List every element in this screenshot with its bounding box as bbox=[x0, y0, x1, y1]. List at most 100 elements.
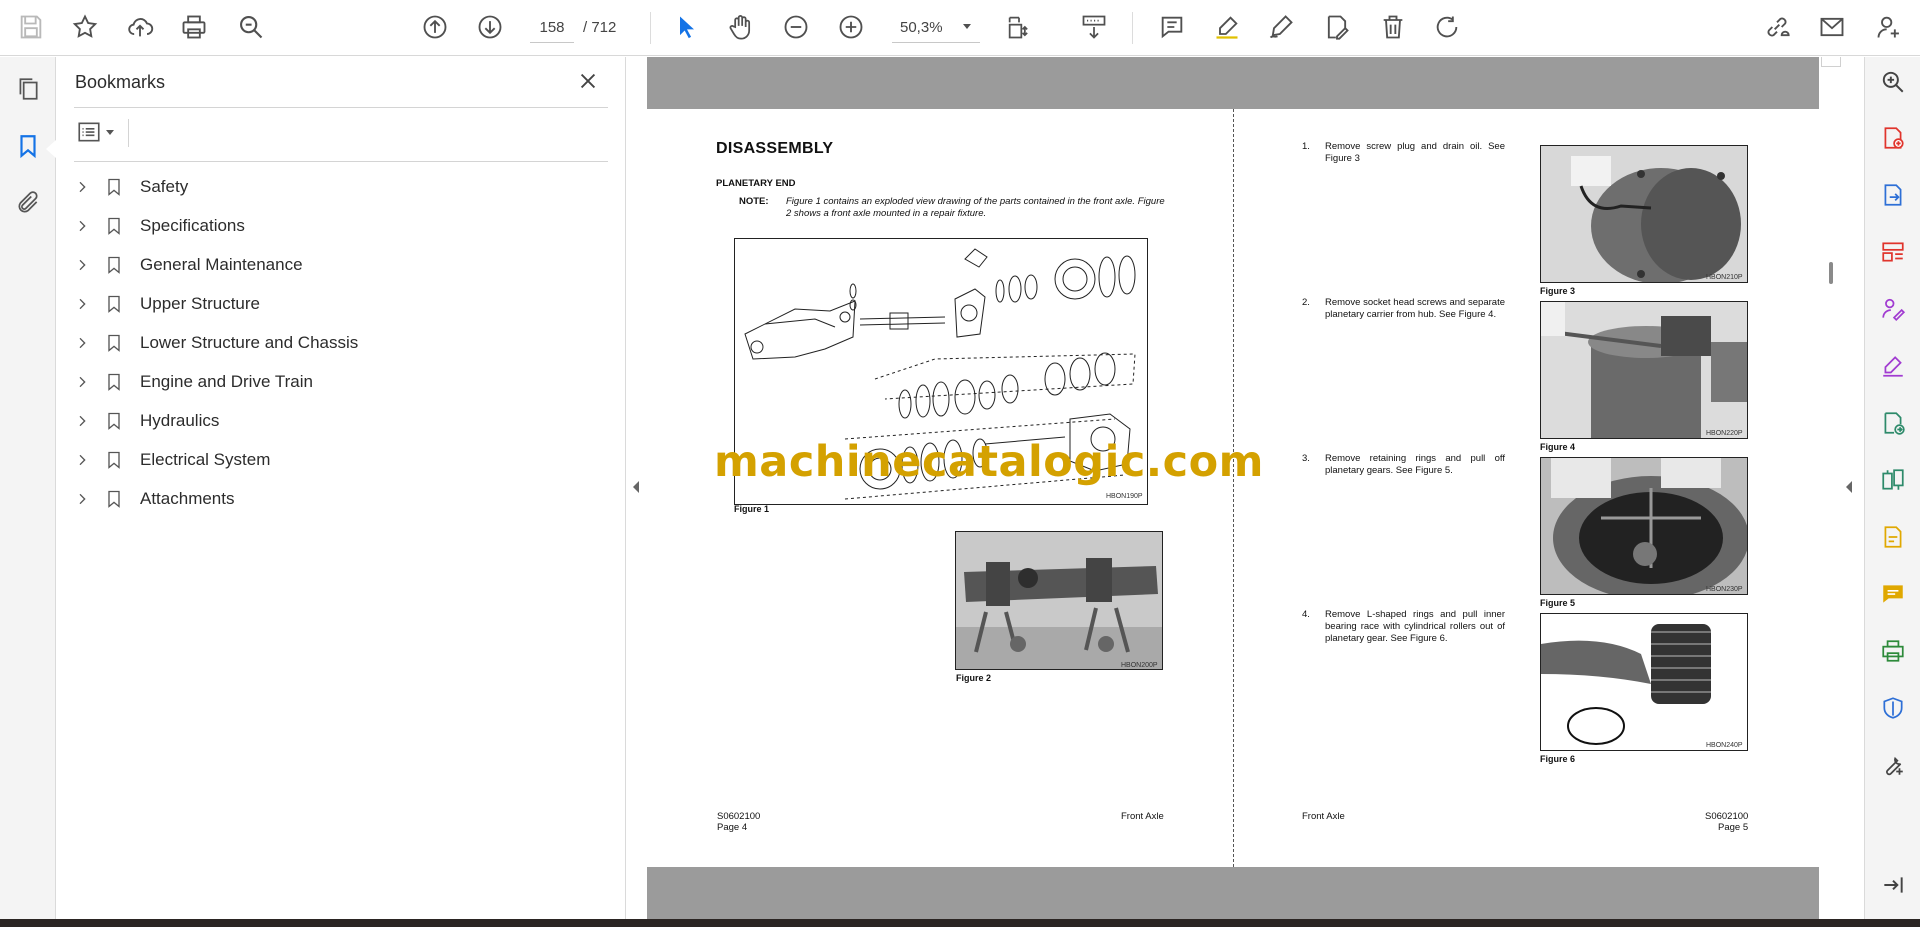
bookmark-label: General Maintenance bbox=[140, 254, 303, 274]
screw-plug-photo bbox=[1540, 145, 1748, 283]
footer-section: Front Axle bbox=[1302, 811, 1345, 822]
draw-icon[interactable] bbox=[1264, 10, 1298, 44]
chevron-right-icon[interactable] bbox=[70, 175, 94, 199]
bookmark-item-safety[interactable]: Safety bbox=[70, 167, 610, 206]
edit-text-icon[interactable] bbox=[1320, 10, 1354, 44]
watermark-text: machinecatalogic.com bbox=[714, 437, 1264, 487]
send-file-icon[interactable] bbox=[1878, 408, 1908, 438]
chevron-right-icon[interactable] bbox=[70, 331, 94, 355]
fit-page-icon[interactable] bbox=[1002, 10, 1036, 44]
add-user-icon[interactable] bbox=[1872, 10, 1906, 44]
bookmark-item-electrical-system[interactable]: Electrical System bbox=[70, 440, 610, 479]
footer-page-number: Page 5 bbox=[1718, 822, 1749, 833]
planetary-carrier-photo bbox=[1540, 301, 1748, 439]
next-page-icon[interactable] bbox=[473, 10, 507, 44]
print-icon[interactable] bbox=[177, 10, 211, 44]
list-options-icon bbox=[78, 122, 100, 142]
collapse-tools-icon[interactable] bbox=[1878, 870, 1908, 900]
chevron-right-icon[interactable] bbox=[70, 214, 94, 238]
chevron-right-icon[interactable] bbox=[70, 487, 94, 511]
print-production-icon[interactable] bbox=[1878, 636, 1908, 666]
chevron-down-icon[interactable] bbox=[963, 24, 971, 29]
rotate-icon[interactable] bbox=[1430, 10, 1464, 44]
footer-page-number: Page 4 bbox=[717, 822, 748, 833]
note-label: NOTE: bbox=[739, 196, 769, 207]
share-link-icon[interactable] bbox=[1760, 10, 1794, 44]
chevron-right-icon[interactable] bbox=[70, 370, 94, 394]
comment-icon[interactable] bbox=[1155, 10, 1189, 44]
zoom-search-icon[interactable] bbox=[1878, 67, 1908, 97]
zoom-out-icon[interactable] bbox=[779, 10, 813, 44]
page-total: / 712 bbox=[583, 19, 617, 36]
select-cursor-icon[interactable] bbox=[670, 10, 704, 44]
organize-pages-icon[interactable] bbox=[1878, 237, 1908, 267]
page-subheading: PLANETARY END bbox=[716, 178, 796, 189]
chevron-down-icon bbox=[106, 130, 114, 135]
chevron-right-icon[interactable] bbox=[70, 409, 94, 433]
planetary-gears-photo bbox=[1540, 457, 1748, 595]
bookmark-icon bbox=[100, 331, 128, 355]
chevron-right-icon[interactable] bbox=[70, 253, 94, 277]
document-scrollbar-thumb[interactable] bbox=[1829, 262, 1833, 284]
export-pdf-icon[interactable] bbox=[1878, 180, 1908, 210]
footer-section: Front Axle bbox=[1121, 811, 1164, 822]
bookmark-item-specifications[interactable]: Specifications bbox=[70, 206, 610, 245]
collapse-panel-left-icon[interactable] bbox=[630, 478, 642, 496]
step-text: Remove socket head screws and separate p… bbox=[1325, 297, 1505, 320]
bookmark-icon bbox=[100, 214, 128, 238]
figure-code: HBON220P bbox=[1706, 430, 1743, 437]
comment-tool-icon[interactable] bbox=[1878, 579, 1908, 609]
edit-pdf-icon[interactable] bbox=[1878, 522, 1908, 552]
bookmark-item-general-maintenance[interactable]: General Maintenance bbox=[70, 245, 610, 284]
close-icon[interactable] bbox=[574, 67, 602, 95]
bookmark-options-button[interactable] bbox=[76, 117, 122, 147]
search-icon[interactable] bbox=[234, 10, 268, 44]
right-tools-rail bbox=[1864, 57, 1920, 919]
bookmark-label: Lower Structure and Chassis bbox=[140, 332, 359, 352]
bookmark-label: Engine and Drive Train bbox=[140, 371, 313, 391]
upload-cloud-icon[interactable] bbox=[123, 10, 157, 44]
page-number-input[interactable]: 158 bbox=[530, 13, 574, 43]
footer-doc-code: S0602100 bbox=[1705, 811, 1749, 822]
bookmark-item-engine-drive-train[interactable]: Engine and Drive Train bbox=[70, 362, 610, 401]
collapse-panel-right-icon[interactable] bbox=[1843, 478, 1855, 496]
previous-page-icon[interactable] bbox=[418, 10, 452, 44]
figure-code: HBON230P bbox=[1706, 586, 1743, 593]
bookmark-item-attachments[interactable]: Attachments bbox=[70, 479, 610, 518]
bookmark-item-hydraulics[interactable]: Hydraulics bbox=[70, 401, 610, 440]
step-number: 4. bbox=[1302, 609, 1310, 620]
highlight-icon[interactable] bbox=[1210, 10, 1244, 44]
request-signature-icon[interactable] bbox=[1878, 294, 1908, 324]
chevron-right-icon[interactable] bbox=[70, 292, 94, 316]
save-icon[interactable] bbox=[14, 10, 48, 44]
figure-caption: Figure 2 bbox=[956, 673, 992, 683]
attachment-icon[interactable] bbox=[12, 187, 44, 219]
page-thumbnails-icon[interactable] bbox=[12, 73, 44, 105]
bookmark-icon bbox=[100, 409, 128, 433]
more-tools-icon[interactable] bbox=[1878, 750, 1908, 780]
page-divider bbox=[1233, 109, 1234, 867]
email-icon[interactable] bbox=[1815, 10, 1849, 44]
compare-files-icon[interactable] bbox=[1878, 465, 1908, 495]
axle-fixture-photo bbox=[955, 531, 1163, 670]
bookmark-item-lower-structure[interactable]: Lower Structure and Chassis bbox=[70, 323, 610, 362]
bookmark-icon bbox=[100, 292, 128, 316]
hand-tool-icon[interactable] bbox=[724, 10, 758, 44]
bookmark-item-upper-structure[interactable]: Upper Structure bbox=[70, 284, 610, 323]
figure-code: HBON190P bbox=[1106, 493, 1143, 500]
pdf-viewer-app: 158 / 712 50,3% Bookmarks Safety Specifi… bbox=[0, 0, 1920, 927]
taskbar-strip bbox=[0, 919, 1920, 927]
toolbar-divider bbox=[1132, 12, 1133, 44]
fill-sign-icon[interactable] bbox=[1878, 351, 1908, 381]
bookmark-panel-icon[interactable] bbox=[12, 130, 44, 162]
create-pdf-icon[interactable] bbox=[1878, 123, 1908, 153]
bookmark-icon bbox=[100, 175, 128, 199]
zoom-in-icon[interactable] bbox=[834, 10, 868, 44]
scroll-mode-icon[interactable] bbox=[1077, 10, 1111, 44]
divider bbox=[74, 161, 608, 162]
delete-icon[interactable] bbox=[1376, 10, 1410, 44]
star-icon[interactable] bbox=[68, 10, 102, 44]
bookmark-list: Safety Specifications General Maintenanc… bbox=[70, 167, 610, 518]
protect-shield-icon[interactable] bbox=[1878, 693, 1908, 723]
chevron-right-icon[interactable] bbox=[70, 448, 94, 472]
